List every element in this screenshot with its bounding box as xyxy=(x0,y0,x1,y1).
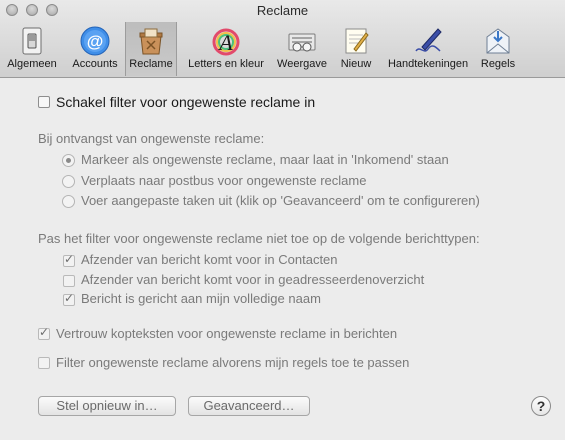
tab-weergave-label: Weergave xyxy=(277,58,327,70)
radio-move-to-junk-mailbox-label: Verplaats naar postbus voor ongewenste r… xyxy=(81,173,367,188)
radio-mark-as-junk[interactable] xyxy=(62,154,75,167)
tab-reclame-label: Reclame xyxy=(129,58,173,70)
tab-letters-en-kleur-label: Letters en kleur xyxy=(188,58,264,70)
checkmark-icon: ✓ xyxy=(39,325,50,339)
exempt-full-name-label: Bericht is gericht aan mijn volledige na… xyxy=(81,291,321,306)
rules-envelope-icon xyxy=(486,28,510,54)
filter-before-rules-checkbox[interactable] xyxy=(38,357,50,369)
exempt-sender-in-contacts-checkbox[interactable]: ✓ xyxy=(63,252,75,267)
radio-mark-as-junk-label: Markeer als ongewenste reclame, maar laa… xyxy=(81,152,449,167)
radio-custom-actions[interactable] xyxy=(62,195,75,208)
tab-algemeen-label: Algemeen xyxy=(7,58,57,70)
tab-nieuw[interactable]: Nieuw xyxy=(333,22,379,76)
light-switch-icon xyxy=(22,27,42,55)
tab-accounts[interactable]: @ Accounts xyxy=(65,22,125,76)
checkmark-icon: ✓ xyxy=(64,252,75,266)
trust-junk-headers-checkbox[interactable]: ✓ xyxy=(38,325,50,340)
junk-mail-bin-icon xyxy=(139,28,163,55)
preferences-toolbar: Algemeen @ Accounts Reclame A Letters en… xyxy=(0,22,565,76)
tab-letters-en-kleur[interactable]: A Letters en kleur xyxy=(181,22,271,76)
tab-accounts-label: Accounts xyxy=(72,58,118,70)
at-sign-icon: @ xyxy=(80,26,110,56)
radio-custom-actions-label: Voer aangepaste taken uit (klik op 'Geav… xyxy=(81,193,480,208)
exempt-sender-in-contacts-label: Afzender van bericht komt voor in Contac… xyxy=(81,252,338,267)
on-receive-heading: Bij ontvangst van ongewenste reclame: xyxy=(38,131,265,146)
exempt-sender-in-previous-recipients-label: Afzender van bericht komt voor in geadre… xyxy=(81,272,425,287)
radio-move-to-junk-mailbox[interactable] xyxy=(62,175,75,188)
signature-pen-icon xyxy=(415,28,442,52)
tab-regels-label: Regels xyxy=(480,58,516,70)
tab-handtekeningen-label: Handtekeningen xyxy=(387,58,469,70)
preferences-window: Reclame Algemeen @ Accounts Reclame A Le… xyxy=(0,0,565,440)
viewing-glasses-icon xyxy=(288,33,316,52)
tab-regels[interactable]: Regels xyxy=(477,22,519,76)
exempt-full-name-checkbox[interactable]: ✓ xyxy=(63,291,75,306)
tab-nieuw-label: Nieuw xyxy=(340,58,372,70)
svg-text:@: @ xyxy=(87,32,104,51)
fonts-and-colors-icon: A xyxy=(212,28,240,56)
window-title: Reclame xyxy=(256,3,309,18)
tab-weergave[interactable]: Weergave xyxy=(275,22,329,76)
checkmark-icon: ✓ xyxy=(64,291,75,305)
enable-junk-filter-label: Schakel filter voor ongewenste reclame i… xyxy=(56,94,316,110)
compose-note-icon xyxy=(345,28,369,54)
advanced-button[interactable]: Geavanceerd… xyxy=(188,396,310,416)
title-bar: Reclame Algemeen @ Accounts Reclame A Le… xyxy=(0,0,565,78)
exemptions-heading: Pas het filter voor ongewenste reclame n… xyxy=(38,231,480,246)
enable-junk-filter-checkbox[interactable] xyxy=(38,96,50,108)
tab-reclame[interactable]: Reclame xyxy=(125,22,177,76)
help-button[interactable]: ? xyxy=(531,396,551,416)
tab-handtekeningen[interactable]: Handtekeningen xyxy=(381,22,475,76)
trust-junk-headers-label: Vertrouw kopteksten voor ongewenste recl… xyxy=(56,326,398,341)
exempt-sender-in-previous-recipients-checkbox[interactable] xyxy=(63,275,75,287)
tab-algemeen[interactable]: Algemeen xyxy=(3,22,61,76)
reset-button[interactable]: Stel opnieuw in… xyxy=(38,396,176,416)
svg-text:A: A xyxy=(217,30,233,55)
filter-before-rules-label: Filter ongewenste reclame alvorens mijn … xyxy=(56,355,410,370)
